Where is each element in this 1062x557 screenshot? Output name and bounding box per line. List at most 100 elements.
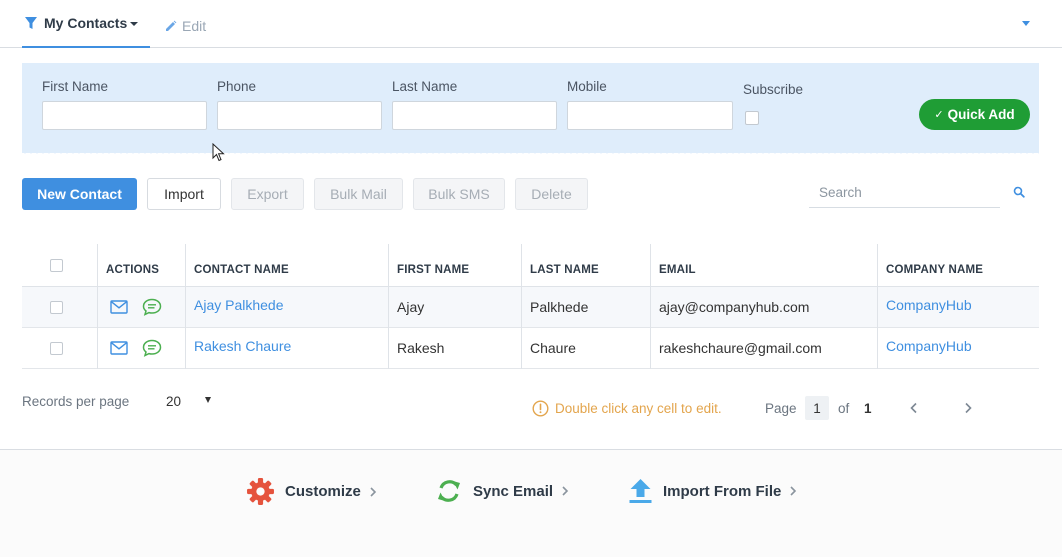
column-header-company-name[interactable]: COMPANY NAME	[878, 244, 1039, 286]
mail-icon[interactable]	[110, 341, 128, 355]
column-divider	[97, 244, 98, 369]
upload-icon	[629, 479, 652, 503]
of-label: of	[838, 401, 850, 416]
bulk-mail-button[interactable]: Bulk Mail	[314, 178, 403, 210]
column-divider	[877, 244, 878, 369]
column-divider	[388, 244, 389, 369]
edit-label: Edit	[182, 18, 207, 34]
column-divider	[521, 244, 522, 369]
total-pages: 1	[864, 401, 872, 416]
import-from-file-label: Import From File	[663, 482, 782, 500]
edit-hint-text: Double click any cell to edit.	[555, 401, 722, 416]
quick-add-button[interactable]: ✓ Quick Add	[919, 99, 1030, 130]
column-header-contact-name[interactable]: CONTACT NAME	[186, 244, 389, 286]
chevron-right-icon	[790, 486, 797, 496]
records-per-page-select[interactable]: 20	[166, 394, 181, 409]
edit-hint: Double click any cell to edit.	[532, 400, 722, 417]
contact-name-link[interactable]: Ajay Palkhede	[186, 287, 389, 327]
column-divider	[650, 244, 651, 369]
new-contact-button[interactable]: New Contact	[22, 178, 137, 210]
search-icon[interactable]	[1013, 186, 1025, 198]
row-checkbox[interactable]	[50, 300, 63, 314]
row-actions-cell	[98, 287, 186, 327]
first-name-input[interactable]	[42, 101, 207, 130]
subscribe-checkbox[interactable]	[745, 111, 759, 125]
chevron-down-icon	[130, 22, 139, 26]
records-per-page-label: Records per page	[22, 394, 130, 409]
contact-name-link[interactable]: Rakesh Chaure	[186, 328, 389, 368]
first-name-group: First Name	[42, 79, 207, 130]
footer-actions-bar: Customize Sync Email Import From File	[0, 449, 1062, 557]
company-name-link[interactable]: CompanyHub	[878, 328, 1039, 368]
edit-view-link[interactable]: Edit	[165, 18, 206, 34]
column-header-email[interactable]: EMAIL	[651, 244, 878, 286]
email-cell[interactable]: ajay@companyhub.com	[651, 287, 878, 327]
bulk-sms-button[interactable]: Bulk SMS	[413, 178, 505, 210]
dropdown-caret-icon[interactable]	[205, 397, 211, 403]
subscribe-group: Subscribe	[743, 82, 803, 100]
last-name-cell[interactable]: Palkhede	[522, 287, 651, 327]
view-selector-label: My Contacts	[44, 15, 128, 31]
page-label: Page	[765, 401, 797, 416]
top-bar: My Contacts Edit	[0, 0, 1062, 48]
customize-link[interactable]: Customize	[246, 477, 377, 506]
gear-icon	[247, 478, 274, 505]
previous-page-icon[interactable]	[909, 402, 919, 414]
select-all-checkbox-cell	[50, 259, 63, 272]
sms-chat-icon[interactable]	[142, 298, 162, 316]
next-page-icon[interactable]	[963, 402, 973, 414]
mobile-label: Mobile	[567, 79, 607, 94]
customize-label: Customize	[285, 483, 361, 500]
phone-group: Phone	[217, 79, 382, 130]
table-row[interactable]: Rakesh Chaure Rakesh Chaure rakeshchaure…	[22, 328, 1039, 369]
sync-email-link[interactable]: Sync Email	[435, 477, 569, 505]
table-row[interactable]: Ajay Palkhede Ajay Palkhede ajay@company…	[22, 287, 1039, 328]
sms-chat-icon[interactable]	[142, 339, 162, 357]
mail-icon[interactable]	[110, 300, 128, 314]
table-header-row: ACTIONS CONTACT NAME FIRST NAME LAST NAM…	[22, 244, 1039, 287]
sync-email-label: Sync Email	[473, 482, 554, 500]
subscribe-label: Subscribe	[743, 82, 804, 97]
quick-add-panel: First Name Phone Last Name Mobile Subscr…	[22, 63, 1039, 153]
export-button[interactable]: Export	[231, 178, 304, 210]
first-name-cell[interactable]: Rakesh	[389, 328, 522, 368]
row-actions-cell	[98, 328, 186, 368]
phone-input[interactable]	[217, 101, 382, 130]
select-all-checkbox[interactable]	[50, 259, 63, 272]
last-name-input[interactable]	[392, 101, 557, 130]
mobile-group: Mobile	[567, 79, 733, 130]
first-name-cell[interactable]: Ajay	[389, 287, 522, 327]
view-selector-tab[interactable]: My Contacts	[22, 0, 150, 48]
mouse-pointer-icon	[212, 143, 225, 162]
search-box	[809, 178, 1000, 208]
column-header-first-name[interactable]: FIRST NAME	[389, 244, 522, 286]
import-from-file-link[interactable]: Import From File	[628, 477, 797, 505]
chevron-right-icon	[562, 486, 569, 496]
import-button[interactable]: Import	[147, 178, 221, 210]
email-cell[interactable]: rakeshchaure@gmail.com	[651, 328, 878, 368]
row-select-cell	[50, 328, 63, 368]
search-input[interactable]	[809, 178, 1000, 206]
column-header-actions[interactable]: ACTIONS	[98, 244, 186, 286]
column-header-last-name[interactable]: LAST NAME	[522, 244, 651, 286]
sync-icon	[438, 480, 460, 502]
company-name-link[interactable]: CompanyHub	[878, 287, 1039, 327]
pencil-icon	[166, 20, 177, 31]
more-options-caret-icon[interactable]	[1022, 21, 1030, 26]
row-select-cell	[50, 287, 63, 327]
contacts-table: ACTIONS CONTACT NAME FIRST NAME LAST NAM…	[22, 244, 1039, 370]
check-icon: ✓	[934, 109, 944, 121]
mobile-input[interactable]	[567, 101, 733, 130]
delete-button[interactable]: Delete	[515, 178, 588, 210]
last-name-group: Last Name	[392, 79, 557, 130]
last-name-cell[interactable]: Chaure	[522, 328, 651, 368]
phone-label: Phone	[217, 79, 257, 94]
column-divider	[185, 244, 186, 369]
current-page-input[interactable]: 1	[805, 396, 829, 420]
chevron-right-icon	[370, 486, 376, 497]
quick-add-label: Quick Add	[947, 107, 1015, 122]
filter-icon	[25, 17, 37, 29]
first-name-label: First Name	[42, 79, 109, 94]
row-checkbox[interactable]	[50, 341, 63, 355]
last-name-label: Last Name	[392, 79, 458, 94]
